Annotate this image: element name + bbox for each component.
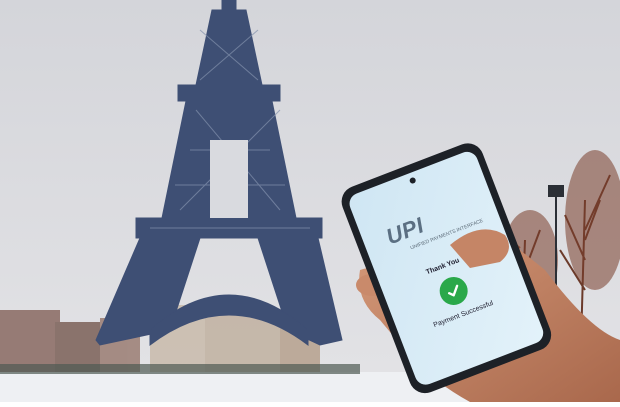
photo-scene: UPI UNIFIED PAYMENTS INTERFACE Thank You… bbox=[0, 0, 620, 402]
tower-gap bbox=[210, 140, 248, 218]
background-photo bbox=[0, 0, 620, 402]
hedge-row bbox=[0, 364, 360, 374]
